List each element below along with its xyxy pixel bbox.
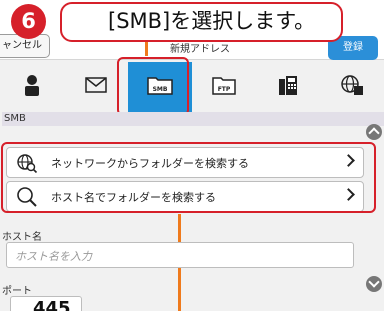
ftp-folder-text: FTP [218, 86, 231, 93]
expand-down-icon[interactable] [366, 276, 382, 292]
instruction-callout: [SMB]を選択します。 [60, 2, 343, 42]
smb-tab-highlight [117, 57, 189, 116]
tab-ftp[interactable]: FTP [192, 62, 256, 112]
fax-icon [278, 74, 298, 100]
port-input[interactable]: 445 [10, 296, 82, 311]
host-name-label: ホスト名 [2, 232, 42, 243]
tab-globe[interactable] [320, 62, 384, 112]
ftp-folder-icon: FTP [212, 75, 236, 99]
envelope-icon [85, 77, 107, 97]
protocol-tabs: SMB FTP [0, 62, 384, 112]
search-rows-highlight [1, 142, 376, 213]
tab-person[interactable] [0, 62, 64, 112]
collapse-up-icon[interactable] [366, 124, 382, 140]
section-label: SMB [2, 112, 384, 126]
callout-connector-top [145, 40, 148, 56]
globe-icon [340, 74, 364, 100]
step-badge: 6 [11, 4, 46, 39]
callout-text: [SMB]を選択します。 [108, 9, 316, 33]
host-name-input[interactable]: ホスト名を入力 [6, 242, 354, 268]
person-icon [22, 74, 42, 100]
port-label: ポート [2, 286, 32, 297]
tab-fax[interactable] [256, 62, 320, 112]
dialog-title: 新規アドレス [170, 44, 230, 55]
